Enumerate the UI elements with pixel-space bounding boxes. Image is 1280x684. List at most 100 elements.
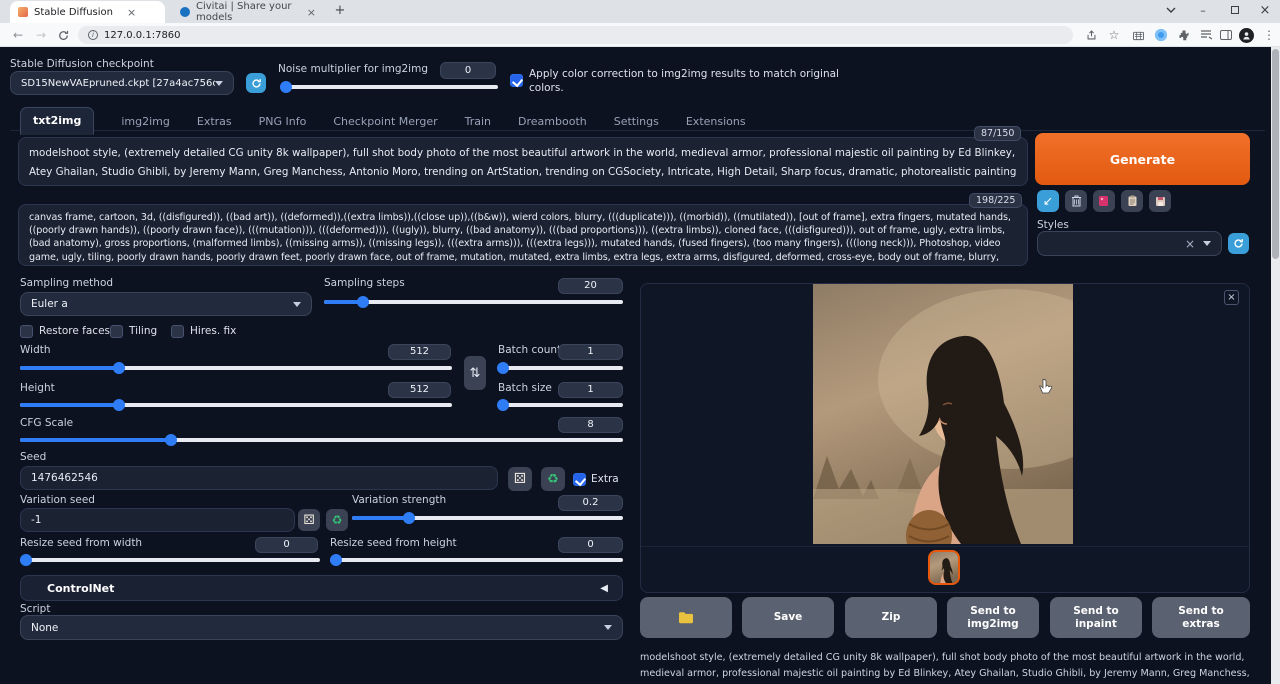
generate-button[interactable]: Generate [1035, 133, 1250, 185]
zip-button[interactable]: Zip [845, 597, 937, 638]
dice-icon: ⚄ [514, 472, 526, 486]
side-panel-icon[interactable] [1218, 27, 1234, 43]
height-input[interactable]: 512 [388, 382, 451, 398]
extra-seed-checkbox[interactable] [573, 473, 586, 486]
checkpoint-select[interactable]: SD15NewVAEpruned.ckpt [27a4ac756c] [10, 71, 234, 95]
send-to-extras-button[interactable]: Send to extras [1152, 597, 1250, 638]
noise-multiplier-slider[interactable] [282, 81, 498, 93]
resize-seed-width-slider[interactable] [20, 554, 320, 566]
apply-style-button[interactable] [1121, 190, 1143, 212]
random-seed-button[interactable]: ⚄ [508, 467, 532, 491]
extra-networks-button[interactable] [1093, 190, 1115, 212]
width-slider[interactable] [20, 362, 452, 374]
restore-faces-checkbox[interactable] [20, 325, 33, 338]
color-correction-checkbox[interactable] [510, 74, 523, 87]
width-input[interactable]: 512 [388, 344, 451, 360]
negative-prompt-textarea[interactable]: canvas frame, cartoon, 3d, ((disfigured)… [18, 204, 1028, 266]
save-button[interactable]: Save [742, 597, 834, 638]
site-info-icon[interactable]: i [88, 30, 98, 40]
styles-select[interactable]: × [1037, 231, 1222, 256]
tiling-checkbox[interactable] [110, 325, 123, 338]
script-select[interactable]: None [20, 615, 623, 640]
batch-count-slider[interactable] [498, 362, 623, 374]
chevron-down-icon [604, 625, 612, 630]
tab-txt2img[interactable]: txt2img [20, 107, 94, 135]
browser-tab-stable-diffusion[interactable]: Stable Diffusion × [10, 1, 165, 23]
window-close-button[interactable]: × [1256, 2, 1274, 18]
resize-seed-width-input[interactable]: 0 [255, 537, 318, 553]
random-variation-seed-button[interactable]: ⚄ [298, 509, 320, 531]
back-button[interactable]: ← [10, 27, 26, 43]
forward-button[interactable]: → [33, 27, 49, 43]
trash-icon [1071, 195, 1082, 207]
styles-label: Styles [1037, 219, 1069, 231]
gallery-thumbnail[interactable] [928, 550, 960, 585]
tab-png-info[interactable]: PNG Info [259, 109, 307, 135]
new-tab-button[interactable]: + [332, 3, 348, 19]
tab-extras[interactable]: Extras [197, 109, 232, 135]
seed-input[interactable] [20, 466, 498, 490]
reload-button[interactable] [55, 27, 71, 43]
styles-refresh-button[interactable] [1228, 233, 1249, 254]
tab-dreambooth[interactable]: Dreambooth [518, 109, 587, 135]
window-maximize-button[interactable] [1226, 2, 1244, 18]
tab-img2img[interactable]: img2img [121, 109, 170, 135]
gallery-panel: × [640, 283, 1250, 593]
reuse-variation-seed-button[interactable]: ♻ [326, 509, 348, 531]
variation-strength-slider[interactable] [352, 512, 623, 524]
window-minimize-button[interactable]: – [1194, 2, 1212, 18]
tab-checkpoint-merger[interactable]: Checkpoint Merger [333, 109, 437, 135]
tab-extensions[interactable]: Extensions [686, 109, 746, 135]
profile-avatar[interactable] [1238, 27, 1254, 43]
thumbnail-strip-divider [641, 546, 1249, 547]
tab-settings[interactable]: Settings [614, 109, 659, 135]
extensions-puzzle-icon[interactable] [1176, 27, 1192, 43]
bookmark-star-icon[interactable]: ☆ [1106, 27, 1122, 43]
tab-close-icon[interactable]: × [127, 6, 136, 19]
controlnet-accordion[interactable]: ControlNet ◀ [20, 575, 623, 601]
batch-count-input[interactable]: 1 [558, 344, 623, 360]
browser-menu-icon[interactable]: ⋮ [1261, 27, 1277, 43]
tab-search-chevron-icon[interactable] [1162, 2, 1180, 18]
close-preview-button[interactable]: × [1224, 290, 1239, 305]
reuse-seed-button[interactable]: ♻ [541, 467, 565, 491]
paste-params-button[interactable]: ↙ [1037, 190, 1059, 212]
height-slider[interactable] [20, 399, 452, 411]
variation-strength-input[interactable]: 0.2 [558, 495, 623, 511]
sampling-method-select[interactable]: Euler a [20, 292, 312, 316]
batch-count-label: Batch count [498, 344, 561, 356]
page-scrollbar[interactable] [1271, 47, 1280, 684]
extension-blue-dot-icon[interactable] [1153, 27, 1169, 43]
batch-size-slider[interactable] [498, 399, 623, 411]
checkpoint-refresh-button[interactable] [246, 73, 266, 93]
sampling-steps-slider[interactable] [324, 296, 623, 308]
prompt-textarea[interactable]: modelshoot style, (extremely detailed CG… [18, 137, 1028, 186]
share-icon[interactable] [1083, 27, 1099, 43]
noise-multiplier-input[interactable]: 0 [440, 62, 496, 79]
save-style-button[interactable] [1149, 190, 1171, 212]
extension-grid-icon[interactable] [1130, 27, 1146, 43]
resize-seed-height-input[interactable]: 0 [558, 537, 623, 553]
url-bar[interactable]: i 127.0.0.1:7860 [78, 26, 1073, 44]
open-folder-button[interactable] [640, 597, 732, 638]
send-to-inpaint-button[interactable]: Send to inpaint [1050, 597, 1142, 638]
tab-close-icon[interactable]: × [307, 6, 316, 19]
scrollbar-thumb[interactable] [1272, 49, 1279, 259]
recycle-icon: ♻ [547, 473, 559, 486]
clipboard-icon [1127, 195, 1138, 207]
send-to-img2img-button[interactable]: Send to img2img [947, 597, 1039, 638]
variation-seed-input[interactable] [20, 508, 295, 532]
browser-tab-civitai[interactable]: Civitai | Share your models × [172, 1, 324, 23]
sampling-steps-input[interactable]: 20 [558, 278, 623, 294]
reading-list-icon[interactable] [1198, 27, 1214, 43]
swap-dimensions-button[interactable]: ⇅ [464, 356, 486, 390]
tab-train[interactable]: Train [465, 109, 491, 135]
resize-seed-height-slider[interactable] [330, 554, 623, 566]
batch-size-input[interactable]: 1 [558, 382, 623, 398]
cfg-scale-input[interactable]: 8 [558, 417, 623, 433]
hires-fix-checkbox[interactable] [171, 325, 184, 338]
cfg-scale-slider[interactable] [20, 434, 623, 446]
styles-clear-icon[interactable]: × [1185, 237, 1195, 251]
generated-image[interactable] [813, 284, 1073, 544]
clear-prompt-button[interactable] [1065, 190, 1087, 212]
